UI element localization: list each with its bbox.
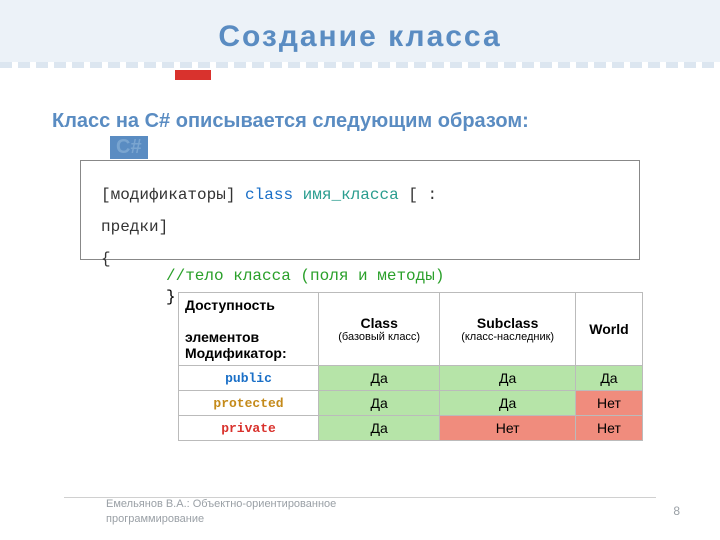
cell-no: Нет	[440, 416, 576, 441]
modifier-private: private	[179, 416, 319, 441]
header-class: Class (базовый класс)	[319, 293, 440, 366]
code-comment: //тело класса (поля и методы)	[166, 264, 444, 290]
access-modifiers-table: Доступность элементов Модификатор: Class…	[178, 292, 643, 441]
code-text	[293, 186, 303, 204]
cell-yes: Да	[319, 391, 440, 416]
cell-no: Нет	[575, 391, 642, 416]
cell-yes: Да	[319, 416, 440, 441]
cell-no: Нет	[575, 416, 642, 441]
code-text: предки]	[101, 218, 168, 236]
cell-yes: Да	[319, 366, 440, 391]
keyword-class: class	[245, 186, 293, 204]
table-row: protected Да Да Нет	[179, 391, 643, 416]
table-row: public Да Да Да	[179, 366, 643, 391]
subtitle: Класс на С# описывается следующим образо…	[52, 108, 612, 134]
header-accessibility: Доступность элементов Модификатор:	[179, 293, 319, 366]
cell-yes: Да	[575, 366, 642, 391]
footer-text: Емельянов В.А.: Объектно-ориентированное…	[106, 497, 406, 526]
cell-yes: Да	[440, 391, 576, 416]
modifier-public: public	[179, 366, 319, 391]
header-world: World	[575, 293, 642, 366]
table-row: private Да Нет Нет	[179, 416, 643, 441]
code-text: [ :	[399, 186, 437, 204]
page-number: 8	[673, 504, 680, 518]
identifier: имя_класса	[303, 186, 399, 204]
csharp-tag: C#	[110, 136, 148, 159]
header-divider	[0, 62, 720, 68]
modifier-protected: protected	[179, 391, 319, 416]
cell-yes: Да	[440, 366, 576, 391]
page-title: Создание класса	[0, 20, 720, 54]
code-block: [модификаторы] class имя_класса [ : пред…	[80, 160, 640, 260]
accent-bar	[175, 70, 211, 80]
code-text: [модификаторы]	[101, 186, 245, 204]
table-header-row: Доступность элементов Модификатор: Class…	[179, 293, 643, 366]
code-close-brace: }	[166, 288, 176, 306]
header-subclass: Subclass (класс-наследник)	[440, 293, 576, 366]
code-text: {	[101, 250, 111, 268]
